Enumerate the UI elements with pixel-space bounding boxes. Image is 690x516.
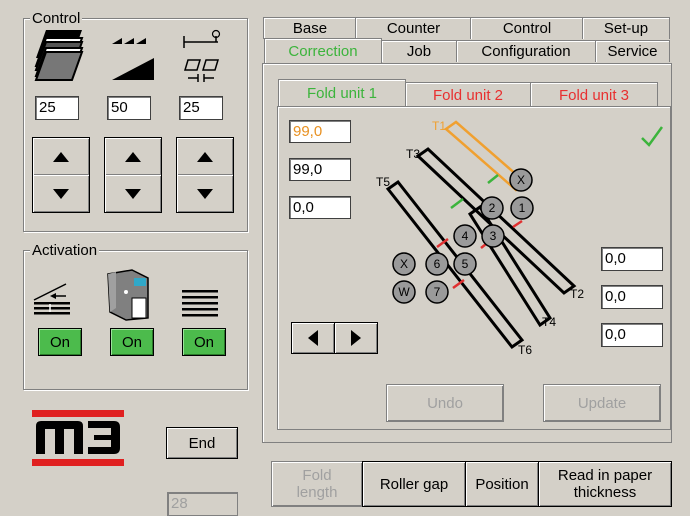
arrow-up-icon (53, 151, 69, 162)
plate-label-t6: T6 (518, 343, 532, 356)
folder-machine-icon (107, 269, 149, 321)
previous-button[interactable] (291, 322, 335, 354)
roller-label: X (517, 173, 525, 187)
read-paper-thickness-label: Read in paper thickness (557, 467, 653, 501)
feeder-icon (33, 283, 70, 315)
next-button[interactable] (334, 322, 378, 354)
tab-counter[interactable]: Counter (355, 17, 472, 39)
delivery-stack-icon (182, 290, 218, 317)
fold-unit-diagram: X 2 1 4 3 X 6 5 W 7 T1 T3 T5 T2 T4 T6 (376, 119, 584, 356)
roller-label: 4 (462, 229, 469, 243)
plate-label-t1: T1 (432, 119, 446, 133)
arrow-down-icon (53, 188, 69, 199)
roller-label: W (398, 285, 410, 299)
end-button[interactable]: End (166, 427, 238, 459)
tab-service[interactable]: Service (595, 40, 670, 62)
control-field-1[interactable]: 25 (35, 96, 79, 120)
roller-value-t3[interactable]: 99,0 (289, 158, 351, 181)
arrow-up-icon (125, 151, 141, 162)
tab-fold-unit-3[interactable]: Fold unit 3 (530, 82, 658, 108)
plate-label-t5: T5 (376, 175, 390, 189)
arrow-down-icon (197, 188, 213, 199)
plate-label-t3: T3 (406, 147, 420, 161)
arrow-left-icon (308, 330, 318, 346)
undo-button[interactable]: Undo (386, 384, 504, 422)
decrease-button-2[interactable] (105, 175, 161, 212)
roller-label: 2 (489, 201, 496, 215)
activation-title: Activation (30, 242, 100, 259)
control-field-2[interactable]: 50 (107, 96, 151, 120)
roller-label: 5 (462, 257, 469, 271)
tab-base[interactable]: Base (263, 17, 357, 39)
increase-button-2[interactable] (105, 138, 161, 176)
increase-button-3[interactable] (177, 138, 233, 176)
roller-label: 1 (519, 201, 526, 215)
fold-length-label: Fold length (296, 467, 338, 501)
control-field-3[interactable]: 25 (179, 96, 223, 120)
tab-job[interactable]: Job (381, 40, 457, 62)
decrease-button-3[interactable] (177, 175, 233, 212)
plate-label-t2: T2 (570, 287, 584, 301)
m3-logo (32, 410, 124, 466)
roller-label: 3 (490, 229, 497, 243)
fold-length-button[interactable]: Fold length (271, 461, 363, 507)
roller-value-t4[interactable]: 0,0 (601, 285, 663, 309)
tab-correction[interactable]: Correction (264, 38, 382, 64)
control-stepper-2 (104, 137, 162, 213)
increase-button-1[interactable] (33, 138, 89, 176)
control-stepper-1 (32, 137, 90, 213)
decrease-button-1[interactable] (33, 175, 89, 212)
gap-adjust-icon (183, 29, 221, 82)
update-button[interactable]: Update (543, 384, 661, 422)
tab-set-up[interactable]: Set-up (582, 17, 670, 39)
roller-gap-button[interactable]: Roller gap (362, 461, 466, 507)
roller-label: 7 (434, 285, 441, 299)
plate-label-t4: T4 (542, 315, 556, 329)
tab-fold-unit-2[interactable]: Fold unit 2 (405, 82, 531, 108)
roller-value-t6[interactable]: 0,0 (601, 323, 663, 347)
counter-readout: 28 (167, 492, 238, 516)
roller-value-t1[interactable]: 99,0 (289, 120, 351, 143)
activation-on-button-3[interactable]: On (182, 328, 226, 356)
activation-on-button-2[interactable]: On (110, 328, 154, 356)
tab-fold-unit-1[interactable]: Fold unit 1 (278, 79, 406, 107)
position-button[interactable]: Position (465, 461, 539, 507)
read-paper-thickness-button[interactable]: Read in paper thickness (538, 461, 672, 507)
roller-value-t2[interactable]: 0,0 (601, 247, 663, 271)
tab-configuration[interactable]: Configuration (456, 40, 596, 62)
check-icon (641, 126, 664, 147)
control-stepper-3 (176, 137, 234, 213)
arrow-up-icon (197, 151, 213, 162)
roller-label: 6 (434, 257, 441, 271)
arrow-right-icon (351, 330, 361, 346)
activation-on-button-1[interactable]: On (38, 328, 82, 356)
tab-control[interactable]: Control (470, 17, 584, 39)
speed-ramp-icon (112, 38, 154, 80)
roller-label: X (400, 257, 408, 271)
control-title: Control (30, 10, 83, 27)
roller-value-t5[interactable]: 0,0 (289, 196, 351, 219)
arrow-down-icon (125, 188, 141, 199)
paper-stack-icon (34, 30, 84, 81)
